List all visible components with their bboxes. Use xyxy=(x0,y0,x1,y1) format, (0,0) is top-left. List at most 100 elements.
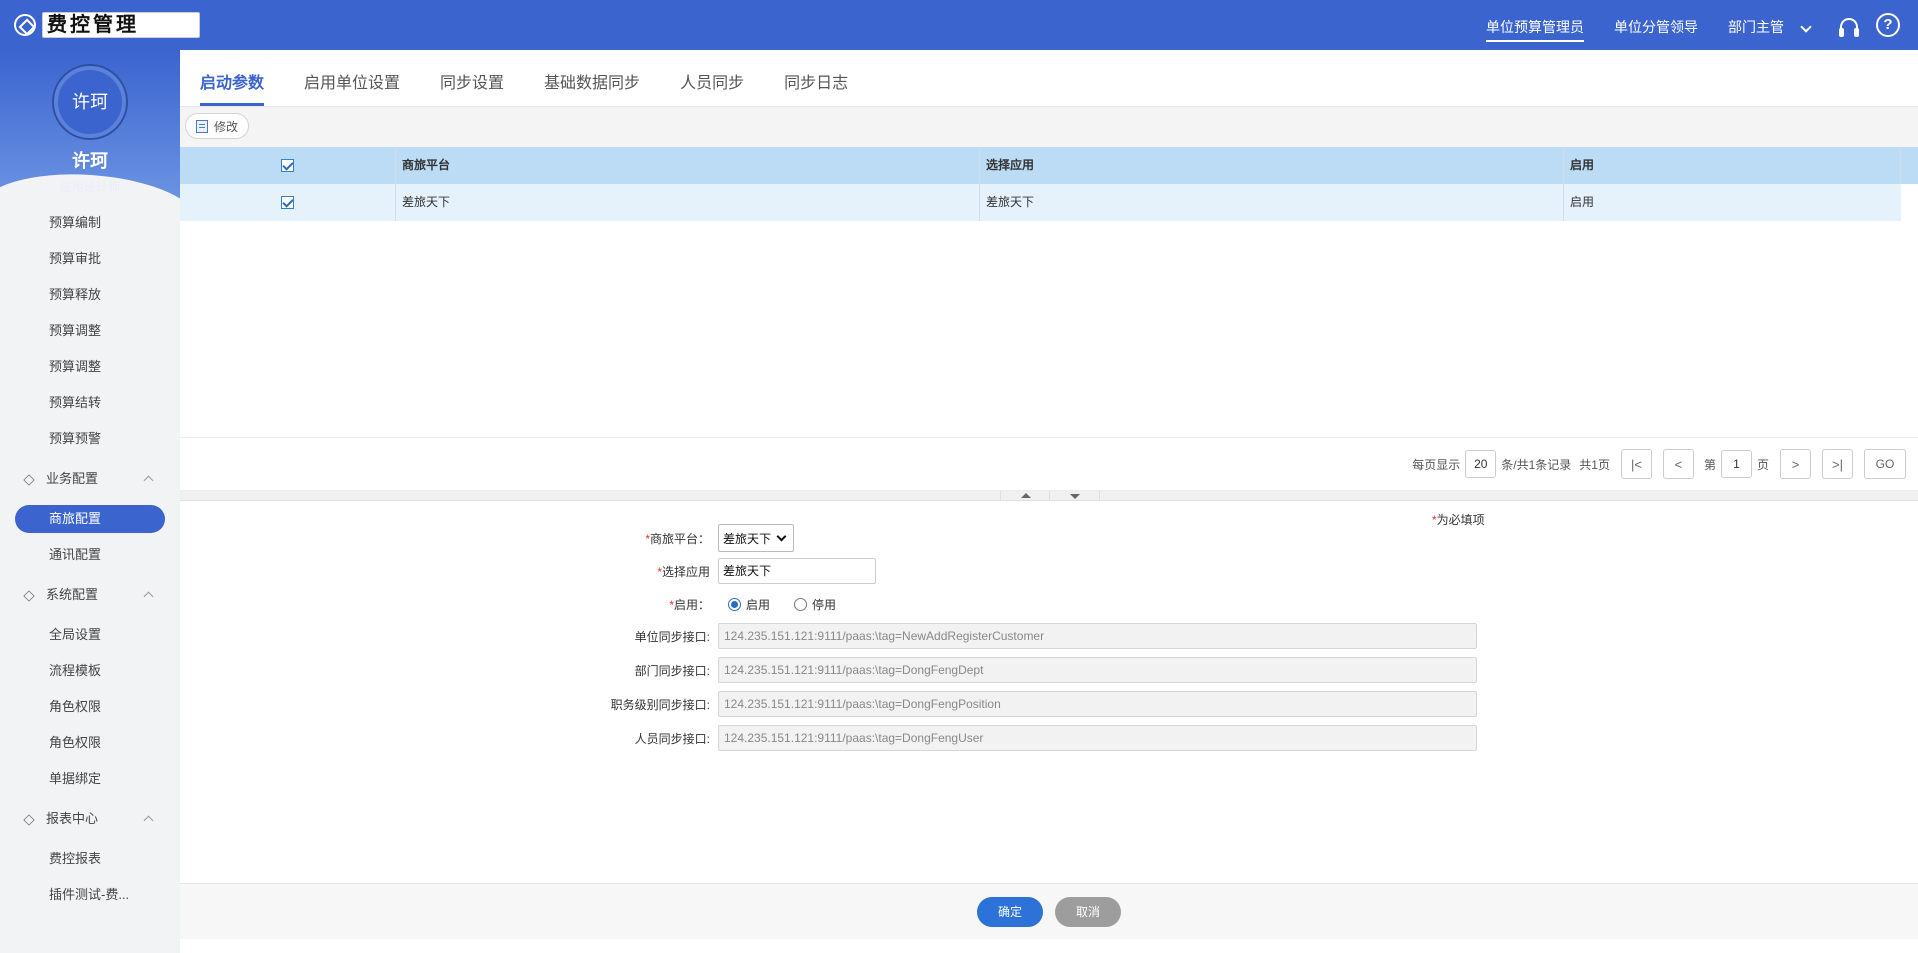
column-header-enabled[interactable]: 启用 xyxy=(1564,147,1901,184)
tab-user-sync[interactable]: 人员同步 xyxy=(680,69,744,106)
confirm-button[interactable]: 确定 xyxy=(977,896,1043,927)
user-sync-label: 人员同步接口: xyxy=(634,731,710,746)
layers-icon xyxy=(23,473,35,486)
headset-icon[interactable] xyxy=(1839,18,1859,37)
prev-page-icon[interactable]: < xyxy=(1662,449,1694,479)
user-role: 应用设计师 xyxy=(59,180,120,194)
column-header-platform[interactable]: 商旅平台 xyxy=(396,147,980,184)
collapse-down-handle[interactable] xyxy=(1050,491,1100,501)
chevron-down-icon xyxy=(1800,21,1812,33)
sidebar-item-comm-config[interactable]: 通讯配置 xyxy=(0,537,180,573)
select-all-cell xyxy=(180,147,396,184)
app-field[interactable]: 差旅天下 xyxy=(718,558,876,584)
user-sync-field[interactable]: 124.235.151.121:9111/paas:\tag=DongFengU… xyxy=(718,725,1477,751)
enable-radio-on[interactable]: 启用 xyxy=(728,596,770,613)
arrow-up-icon xyxy=(1021,493,1031,498)
sidebar-group-system[interactable]: 系统配置 xyxy=(0,573,180,617)
next-page-icon[interactable]: > xyxy=(1780,449,1811,479)
first-page-icon[interactable]: |< xyxy=(1620,449,1652,479)
sidebar-item-budget-carryover[interactable]: 预算结转 xyxy=(0,385,180,421)
cancel-button[interactable]: 取消 xyxy=(1055,896,1121,927)
chevron-up-icon xyxy=(143,815,154,826)
column-header-app[interactable]: 选择应用 xyxy=(980,147,1564,184)
grid-header: 商旅平台 选择应用 启用 xyxy=(180,147,1918,184)
edit-form: *为必填项 *商旅平台： 差旅天下 *选择应用 差旅天下 *启用： 启用 停用 … xyxy=(180,501,1918,888)
app-label: *选择应用 xyxy=(657,564,710,579)
page-size-input[interactable]: 20 xyxy=(1465,450,1497,478)
role-switcher: 单位预算管理员 单位分管领导 部门主管 ? xyxy=(1486,0,1918,50)
sidebar-item-role-permission-2[interactable]: 角色权限 xyxy=(0,725,180,761)
sidebar-item-budget-prepare[interactable]: 预算编制 xyxy=(0,205,180,241)
sidebar-item-travel-config[interactable]: 商旅配置 xyxy=(15,505,165,533)
role-unit-leader[interactable]: 单位分管领导 xyxy=(1614,0,1698,50)
page-suffix: 页 xyxy=(1756,457,1769,472)
app-label-text: 选择应用 xyxy=(661,564,710,579)
panel-splitter[interactable] xyxy=(180,491,1918,501)
required-note-text: 为必填项 xyxy=(1436,513,1485,527)
avatar[interactable]: 许珂 xyxy=(54,66,126,138)
sidebar-item-flow-template[interactable]: 流程模板 xyxy=(0,653,180,689)
layers-icon xyxy=(23,813,35,826)
edit-button[interactable]: 修改 xyxy=(185,113,250,139)
sidebar-group-business[interactable]: 业务配置 xyxy=(0,457,180,501)
sidebar-item-budget-adjust[interactable]: 预算调整 xyxy=(0,313,180,349)
layers-icon xyxy=(23,589,35,602)
required-note: *为必填项 xyxy=(1432,513,1485,527)
position-sync-field[interactable]: 124.235.151.121:9111/paas:\tag=DongFengP… xyxy=(718,691,1477,717)
record-summary: 条/共1条记录 xyxy=(1501,457,1572,472)
sidebar-item-role-permission[interactable]: 角色权限 xyxy=(0,689,180,725)
cell-enabled: 启用 xyxy=(1570,195,1595,209)
form-row-position-sync: 职务级别同步接口: 124.235.151.121:9111/paas:\tag… xyxy=(180,691,1477,717)
user-profile: 许珂 许珂 应用设计师 xyxy=(0,50,180,205)
per-page-label: 每页显示 xyxy=(1412,457,1461,472)
unit-sync-field[interactable]: 124.235.151.121:9111/paas:\tag=NewAddReg… xyxy=(718,623,1477,649)
row-checkbox[interactable] xyxy=(281,196,294,210)
last-page-icon[interactable]: >| xyxy=(1822,449,1853,479)
sidebar-item-expense-report[interactable]: 费控报表 xyxy=(0,841,180,877)
user-name: 许珂 xyxy=(72,151,108,171)
tab-base-data-sync[interactable]: 基础数据同步 xyxy=(544,69,640,106)
sidebar-item-budget-release[interactable]: 预算释放 xyxy=(0,277,180,313)
tab-sync-settings[interactable]: 同步设置 xyxy=(440,69,504,106)
toolbar: 修改 xyxy=(180,107,1918,147)
chevron-down-icon xyxy=(776,531,787,541)
page-prefix: 第 xyxy=(1703,457,1716,472)
sidebar-group-label: 报表中心 xyxy=(46,811,99,826)
form-row-unit-sync: 单位同步接口: 124.235.151.121:9111/paas:\tag=N… xyxy=(180,623,1477,649)
sidebar-item-global-settings[interactable]: 全局设置 xyxy=(0,617,180,653)
sidebar-item-doc-binding[interactable]: 单据绑定 xyxy=(0,761,180,797)
form-row-enable: *启用： 启用 停用 xyxy=(180,591,850,617)
help-icon[interactable]: ? xyxy=(1876,13,1900,37)
select-all-checkbox[interactable] xyxy=(281,159,294,173)
total-pages: 共1页 xyxy=(1579,457,1610,472)
data-grid: 商旅平台 选择应用 启用 差旅天下 差旅天下 启用 xyxy=(180,147,1918,437)
tab-unit-enable[interactable]: 启用单位设置 xyxy=(304,69,400,106)
role-dept-head[interactable]: 部门主管 xyxy=(1728,0,1816,50)
go-button[interactable]: GO xyxy=(1864,449,1906,479)
sidebar-item-budget-alert[interactable]: 预算预警 xyxy=(0,421,180,457)
sidebar-group-label: 业务配置 xyxy=(46,471,99,486)
sidebar-item-budget-approve[interactable]: 预算审批 xyxy=(0,241,180,277)
expand-up-handle[interactable] xyxy=(1000,491,1050,501)
platform-label: *商旅平台： xyxy=(645,531,710,546)
dept-sync-field[interactable]: 124.235.151.121:9111/paas:\tag=DongFengD… xyxy=(718,657,1477,683)
role-dept-head-label: 部门主管 xyxy=(1728,19,1784,35)
tab-startup-params[interactable]: 启动参数 xyxy=(200,69,265,106)
sidebar-item-plugin-test[interactable]: 插件测试-费... xyxy=(0,877,180,913)
platform-select[interactable]: 差旅天下 xyxy=(718,524,794,552)
column-header-scroll-spacer xyxy=(1901,147,1918,184)
enable-label: *启用： xyxy=(669,597,710,612)
cell-app: 差旅天下 xyxy=(980,184,1564,221)
enable-radio-off[interactable]: 停用 xyxy=(794,596,836,613)
enable-off-label: 停用 xyxy=(812,597,837,612)
table-row[interactable]: 差旅天下 差旅天下 启用 xyxy=(180,184,1901,221)
role-budget-admin[interactable]: 单位预算管理员 xyxy=(1486,0,1584,50)
sidebar-group-report[interactable]: 报表中心 xyxy=(0,797,180,841)
tab-bar: 启动参数 启用单位设置 同步设置 基础数据同步 人员同步 同步日志 xyxy=(180,50,1918,107)
sidebar-item-budget-adjust-2[interactable]: 预算调整 xyxy=(0,349,180,385)
form-row-dept-sync: 部门同步接口: 124.235.151.121:9111/paas:\tag=D… xyxy=(180,657,1477,683)
sidebar-menu: 预算编制 预算审批 预算释放 预算调整 预算调整 预算结转 预算预警 业务配置 … xyxy=(0,205,180,913)
tab-sync-log[interactable]: 同步日志 xyxy=(784,69,848,106)
current-page-input[interactable]: 1 xyxy=(1720,450,1752,478)
sidebar-group-label: 系统配置 xyxy=(46,587,99,602)
